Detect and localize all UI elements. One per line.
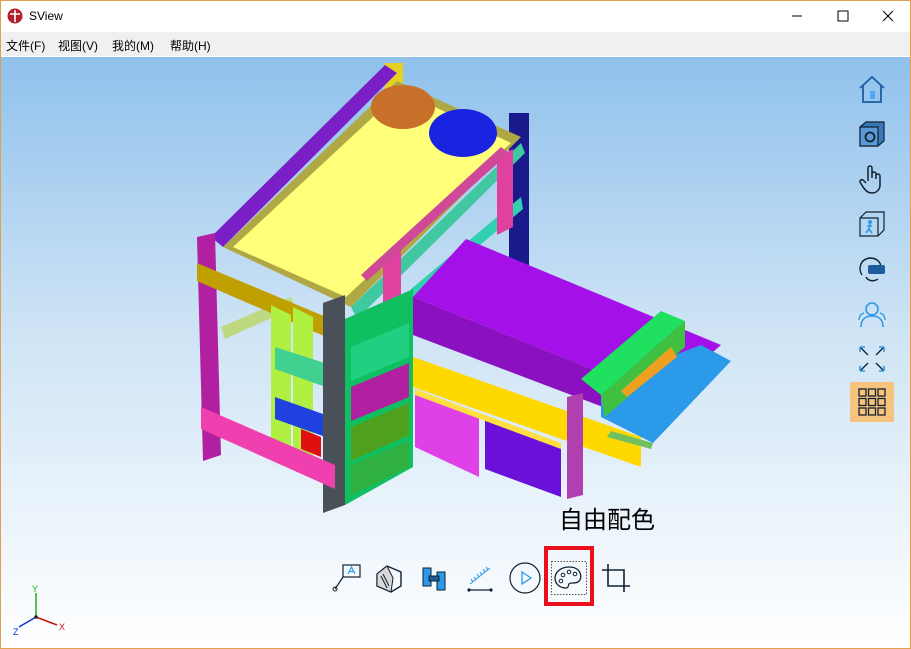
maximize-icon [837, 10, 849, 22]
3d-viewport[interactable]: 自由配色 Y X Z [1, 57, 910, 648]
home-icon [859, 75, 885, 103]
grid-menu-icon [858, 388, 886, 416]
crop-button[interactable] [597, 558, 635, 598]
cube-gear-icon [859, 121, 885, 147]
vr-button[interactable] [850, 249, 894, 289]
menu-mine[interactable]: 我的(M) [112, 37, 154, 54]
app-title: SView [29, 9, 63, 23]
close-button[interactable] [865, 1, 910, 31]
menu-view[interactable]: 视图(V) [58, 37, 98, 54]
maximize-button[interactable] [820, 1, 866, 31]
minimize-button[interactable] [774, 1, 820, 31]
animation-play-button[interactable] [506, 558, 544, 598]
bunk-bed-model[interactable] [1, 57, 761, 527]
tooltip-label: 自由配色 [559, 506, 655, 534]
vr-headset-icon [859, 257, 885, 282]
axis-x-label: X [59, 622, 65, 632]
minimize-icon [792, 15, 802, 17]
menu-bar: 文件(F) 视图(V) 我的(M) 帮助(H) [1, 32, 910, 56]
home-view-button[interactable] [850, 69, 894, 109]
pan-button[interactable] [850, 159, 894, 199]
measure-shape-icon [422, 567, 446, 591]
close-icon [882, 10, 894, 22]
section-icon [376, 565, 402, 593]
measure-shape-button[interactable] [416, 558, 454, 598]
more-tools-button[interactable] [850, 382, 894, 422]
play-icon [509, 562, 541, 594]
users-icon [858, 302, 886, 328]
walkthrough-icon [859, 211, 885, 237]
selected-tool-highlight [544, 546, 594, 606]
explode-button[interactable] [850, 339, 894, 379]
title-bar: SView [1, 1, 910, 31]
explode-icon [859, 346, 885, 372]
annotation-icon [332, 564, 361, 592]
measure-ruler-icon [467, 566, 493, 592]
sview-window: SView 文件(F) 视图(V) 我的(M) 帮助(H) 自由配色 Y X Z [0, 0, 911, 649]
menu-file[interactable]: 文件(F) [6, 37, 45, 54]
view-settings-button[interactable] [850, 114, 894, 154]
annotation-button[interactable] [328, 558, 366, 598]
crop-icon [602, 564, 630, 592]
hand-icon [859, 165, 881, 194]
walkthrough-button[interactable] [850, 204, 894, 244]
measure-button[interactable] [461, 558, 499, 598]
axis-y-label: Y [32, 585, 38, 594]
menu-help[interactable]: 帮助(H) [170, 37, 211, 54]
collaboration-button[interactable] [850, 294, 894, 334]
axis-z-label: Z [13, 627, 19, 637]
axis-triad: Y X Z [13, 585, 65, 637]
app-logo-icon [7, 8, 23, 24]
section-button[interactable] [370, 558, 408, 598]
